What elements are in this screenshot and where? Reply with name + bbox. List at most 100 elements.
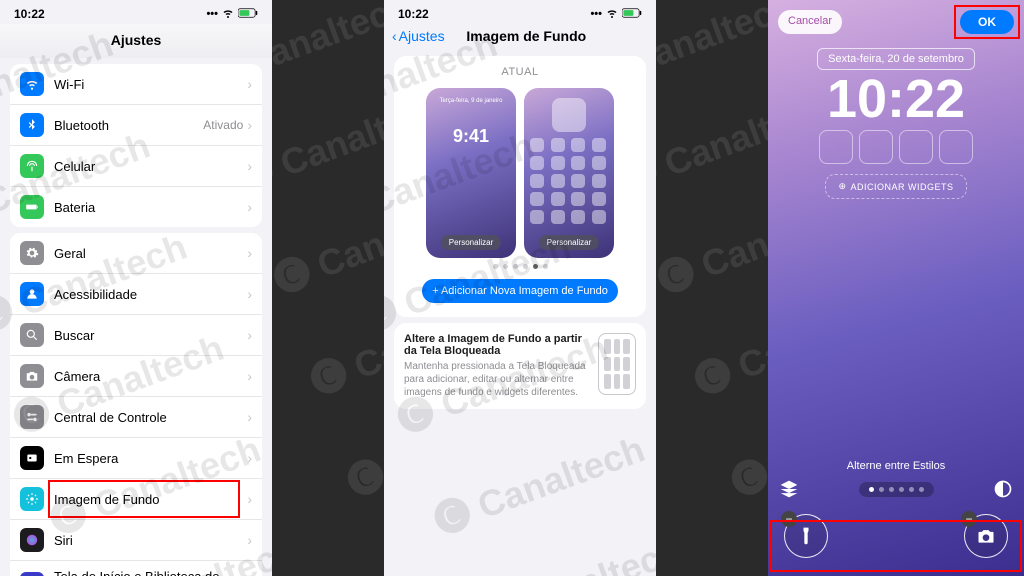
settings-row-standby[interactable]: Em Espera› — [10, 438, 262, 479]
widget-slot[interactable] — [899, 130, 933, 164]
widget-slot[interactable] — [859, 130, 893, 164]
camera-icon — [20, 364, 44, 388]
settings-row-camera[interactable]: Câmera› — [10, 356, 262, 397]
wifi-icon — [222, 7, 234, 22]
wifi-icon — [20, 72, 44, 96]
settings-row-homegrid[interactable]: Tela de Início e Biblioteca de Apps› — [10, 561, 262, 576]
gear-icon — [20, 241, 44, 265]
widget-slots[interactable] — [768, 130, 1024, 164]
status-icons: ••• — [590, 7, 642, 22]
contrast-icon[interactable] — [992, 478, 1014, 500]
settings-row-bluetooth[interactable]: BluetoothAtivado › — [10, 105, 262, 146]
standby-icon — [20, 446, 44, 470]
plus-icon: ⊕ — [838, 181, 846, 192]
settings-row-gear[interactable]: Geral› — [10, 233, 262, 274]
status-time: 10:22 — [14, 7, 45, 21]
preview-widget — [552, 98, 586, 132]
status-time: 10:22 — [398, 7, 429, 21]
personalize-lock-button[interactable]: Personalizar — [441, 235, 501, 250]
date-field[interactable]: Sexta-feira, 20 de setembro — [817, 48, 975, 70]
settings-row-battery[interactable]: Bateria› — [10, 187, 262, 227]
editor-bottom: Alterne entre Estilos − − — [768, 460, 1024, 576]
personalize-home-button[interactable]: Personalizar — [539, 235, 599, 250]
preview-date: Terça-feira, 9 de janeiro — [439, 98, 502, 104]
homescreen-preview[interactable]: Personalizar — [524, 88, 614, 258]
chevron-right-icon: › — [247, 76, 252, 92]
add-widgets-button[interactable]: ⊕ ADICIONAR WIDGETS — [825, 174, 966, 199]
wifi-icon — [606, 7, 618, 22]
row-label: Câmera — [54, 369, 247, 384]
settings-row-wallpaper[interactable]: Imagem de Fundo› — [10, 479, 262, 520]
row-value: Ativado — [203, 118, 243, 132]
settings-group: Geral›Acessibilidade›Buscar›Câmera›Centr… — [10, 233, 262, 576]
battery-icon — [238, 7, 258, 22]
settings-row-siri[interactable]: Siri› — [10, 520, 262, 561]
lockscreen-preview[interactable]: Terça-feira, 9 de janeiro 9:41 Personali… — [426, 88, 516, 258]
layers-icon[interactable] — [778, 478, 800, 500]
page-dots — [493, 264, 548, 269]
row-label: Celular — [54, 159, 247, 174]
settings-row-person[interactable]: Acessibilidade› — [10, 274, 262, 315]
status-icons: ••• — [206, 7, 258, 22]
cancel-button[interactable]: Cancelar — [778, 10, 842, 34]
battery-icon — [20, 195, 44, 219]
preview-app-grid — [530, 138, 608, 224]
style-page-dots[interactable] — [859, 482, 934, 497]
shortcut-buttons: − − — [778, 514, 1014, 558]
style-controls — [778, 478, 1014, 500]
settings-row-search[interactable]: Buscar› — [10, 315, 262, 356]
tip-subtitle: Mantenha pressionada a Tela Bloqueada pa… — [404, 360, 588, 399]
settings-row-antenna[interactable]: Celular› — [10, 146, 262, 187]
chevron-right-icon: › — [247, 117, 252, 133]
settings-screen: 10:22 ••• Ajustes Wi-Fi›BluetoothAtivado… — [0, 0, 272, 576]
editor-top-bar: Cancelar OK — [768, 0, 1024, 34]
chevron-right-icon: › — [247, 158, 252, 174]
settings-row-wifi[interactable]: Wi-Fi› — [10, 64, 262, 105]
chevron-right-icon: › — [247, 327, 252, 343]
flashlight-icon — [796, 526, 816, 546]
signal-icon: ••• — [206, 8, 218, 20]
battery-icon — [622, 7, 642, 22]
settings-title: Ajustes — [0, 24, 272, 58]
chevron-right-icon: › — [247, 368, 252, 384]
person-icon — [20, 282, 44, 306]
nav-bar: ‹ Ajustes Imagem de Fundo — [384, 24, 656, 50]
chevron-left-icon: ‹ — [392, 28, 397, 44]
current-wallpaper-card: ATUAL Terça-feira, 9 de janeiro 9:41 Per… — [394, 56, 646, 317]
camera-icon — [976, 526, 996, 546]
camera-button[interactable]: − — [964, 514, 1008, 558]
add-wallpaper-button[interactable]: + Adicionar Nova Imagem de Fundo — [422, 279, 618, 303]
wallpaper-title: Imagem de Fundo — [405, 28, 648, 44]
chevron-right-icon: › — [247, 199, 252, 215]
settings-row-switches[interactable]: Central de Controle› — [10, 397, 262, 438]
remove-icon[interactable]: − — [961, 511, 977, 527]
row-label: Geral — [54, 246, 247, 261]
lockscreen-editor: Cancelar OK Sexta-feira, 20 de setembro … — [768, 0, 1024, 576]
row-label: Wi-Fi — [54, 77, 247, 92]
widget-slot[interactable] — [939, 130, 973, 164]
homegrid-icon — [20, 572, 44, 576]
chevron-right-icon: › — [247, 532, 252, 548]
time-field[interactable]: 10:22 — [768, 72, 1024, 126]
row-label: Imagem de Fundo — [54, 492, 247, 507]
remove-icon[interactable]: − — [781, 511, 797, 527]
chevron-right-icon: › — [247, 450, 252, 466]
wallpaper-icon — [20, 487, 44, 511]
ok-button[interactable]: OK — [960, 10, 1014, 34]
flashlight-button[interactable]: − — [784, 514, 828, 558]
row-label: Bluetooth — [54, 118, 203, 133]
antenna-icon — [20, 154, 44, 178]
row-label: Buscar — [54, 328, 247, 343]
search-icon — [20, 323, 44, 347]
row-label: Central de Controle — [54, 410, 247, 425]
section-label: ATUAL — [501, 66, 538, 78]
tip-phone-icon — [598, 333, 636, 395]
row-label: Bateria — [54, 200, 247, 215]
background-gap: 🅒 Canaltech🅒 Canaltech🅒 Canaltech🅒 Canal… — [656, 0, 768, 576]
chevron-right-icon: › — [247, 245, 252, 261]
preview-time: 9:41 — [453, 126, 489, 147]
tip-card: Altere a Imagem de Fundo a partir da Tel… — [394, 323, 646, 409]
widget-slot[interactable] — [819, 130, 853, 164]
settings-group: Wi-Fi›BluetoothAtivado›Celular›Bateria› — [10, 64, 262, 227]
bluetooth-icon — [20, 113, 44, 137]
